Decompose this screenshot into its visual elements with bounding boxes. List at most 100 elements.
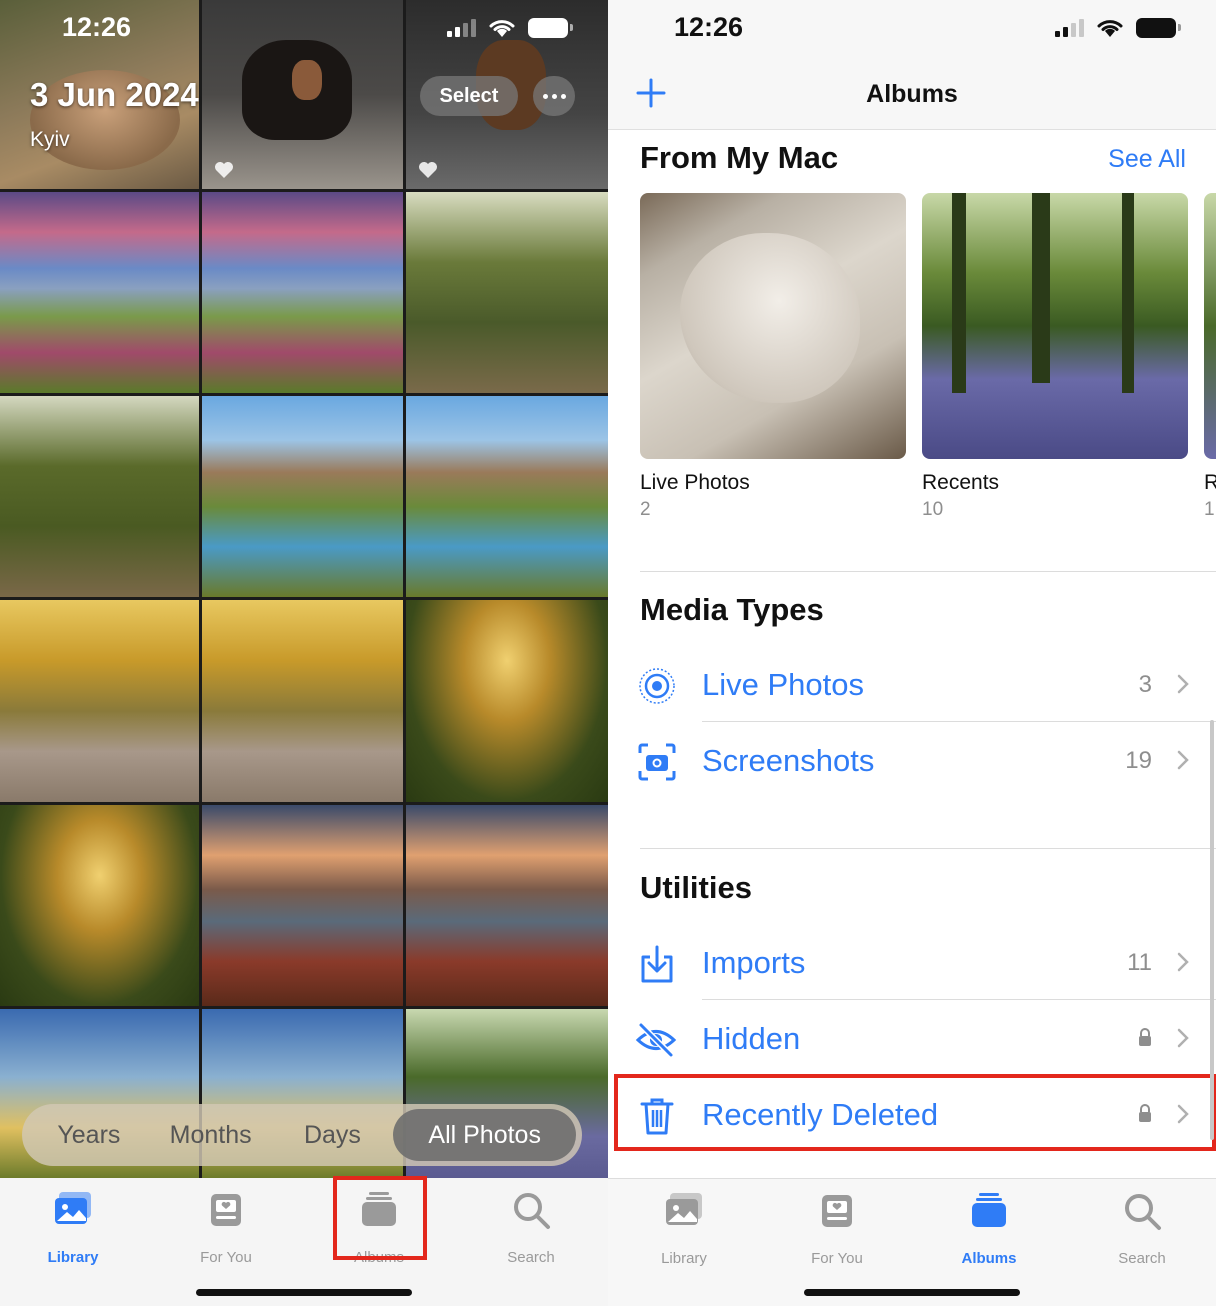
favorite-heart-icon[interactable]	[214, 161, 234, 179]
section-title-utilities: Utilities	[640, 870, 752, 905]
tab-label: Albums	[961, 1250, 1017, 1267]
tab-label: For You	[811, 1250, 863, 1267]
tab-library[interactable]: Library	[629, 1189, 739, 1267]
library-screen: 12:26 3 Jun 2024 Kyiv Select Years Month…	[0, 0, 608, 1306]
recently-deleted-highlight	[614, 1074, 1216, 1151]
status-bar: 12:26	[0, 0, 608, 56]
row-screenshots[interactable]: Screenshots 19	[636, 725, 1196, 797]
scroll-indicator	[1210, 720, 1214, 1140]
for-you-icon	[211, 1194, 241, 1226]
for-you-icon	[822, 1195, 852, 1227]
segment-all-photos[interactable]: All Photos	[393, 1109, 577, 1161]
search-icon	[1125, 1194, 1161, 1230]
chevron-right-icon	[1177, 952, 1189, 972]
photo-library-icon	[55, 1192, 91, 1224]
album-count: 1	[1204, 499, 1215, 520]
tab-label: For You	[200, 1249, 252, 1266]
tab-search[interactable]: Search	[1087, 1189, 1197, 1267]
photo-thumbnail[interactable]	[202, 805, 403, 1006]
segment-days[interactable]: Days	[272, 1121, 394, 1150]
row-label: Screenshots	[702, 743, 875, 778]
album-live-photos[interactable]: Live Photos 2	[640, 193, 906, 521]
row-count: 11	[1127, 949, 1152, 976]
row-count: 3	[1138, 671, 1152, 698]
photo-thumbnail[interactable]	[0, 192, 199, 393]
tab-bar: Library For You Albums Search	[0, 1178, 608, 1306]
photo-thumbnail[interactable]	[406, 805, 608, 1006]
cellular-signal-icon	[1055, 19, 1084, 37]
albums-screen: 12:26 Albums From My Mac See All Live Ph…	[608, 0, 1216, 1306]
albums-tab-highlight	[333, 1176, 427, 1260]
search-icon	[514, 1193, 550, 1229]
photo-thumbnail[interactable]	[406, 396, 608, 597]
tab-for-you[interactable]: For You	[171, 1188, 281, 1266]
page-title: Albums	[866, 80, 958, 108]
album-count: 2	[640, 499, 651, 520]
segment-years[interactable]: Years	[28, 1121, 150, 1150]
wifi-icon	[1097, 20, 1123, 37]
segment-months[interactable]: Months	[150, 1121, 272, 1150]
album-thumbnail	[1204, 193, 1216, 459]
import-icon	[641, 945, 673, 983]
battery-icon	[528, 18, 573, 38]
photo-library-icon	[666, 1193, 702, 1225]
status-time: 12:26	[674, 12, 744, 42]
album-thumbnail	[640, 193, 906, 459]
date-title: 3 Jun 2024	[30, 76, 199, 113]
view-segmented-control: Years Months Days All Photos	[22, 1104, 582, 1166]
chevron-right-icon	[1177, 674, 1189, 694]
photo-thumbnail[interactable]	[0, 396, 199, 597]
row-divider	[702, 999, 1216, 1000]
row-hidden[interactable]: Hidden	[635, 1003, 1196, 1075]
row-count: 19	[1125, 747, 1152, 774]
chevron-right-icon	[1177, 1028, 1189, 1048]
album-partial[interactable]: R 1	[1204, 193, 1216, 521]
tab-for-you[interactable]: For You	[782, 1189, 892, 1267]
album-name: Live Photos	[640, 471, 750, 494]
select-button[interactable]: Select	[420, 76, 518, 116]
albums-icon	[972, 1193, 1006, 1227]
album-thumbnail	[922, 193, 1188, 459]
section-divider	[640, 571, 1216, 572]
row-live-photos[interactable]: Live Photos 3	[636, 649, 1196, 721]
tab-label: Library	[661, 1250, 707, 1267]
nav-bar: Albums	[608, 56, 1216, 130]
live-photos-icon	[639, 668, 675, 704]
photo-thumbnail[interactable]	[406, 192, 608, 393]
lock-icon	[1139, 1028, 1151, 1046]
wifi-icon	[489, 20, 515, 37]
ellipsis-icon[interactable]	[533, 76, 575, 116]
battery-icon	[1136, 18, 1181, 38]
cellular-signal-icon	[447, 19, 476, 37]
section-divider	[640, 848, 1216, 849]
photo-thumbnail[interactable]	[0, 805, 199, 1006]
album-name: Recents	[922, 471, 1000, 494]
home-indicator	[196, 1289, 412, 1296]
row-label: Live Photos	[702, 667, 864, 702]
photo-thumbnail[interactable]	[202, 600, 403, 802]
row-imports[interactable]: Imports 11	[636, 927, 1196, 999]
row-label: Imports	[702, 945, 806, 980]
status-time: 12:26	[62, 12, 132, 42]
photo-thumbnail[interactable]	[202, 192, 403, 393]
tab-library[interactable]: Library	[18, 1188, 128, 1266]
tab-search[interactable]: Search	[476, 1188, 586, 1266]
tab-label: Search	[1118, 1250, 1166, 1267]
row-label: Hidden	[702, 1021, 801, 1056]
tab-label: Library	[47, 1249, 99, 1266]
location-label: Kyiv	[30, 128, 70, 151]
tab-albums[interactable]: Albums	[934, 1189, 1044, 1267]
chevron-right-icon	[1177, 750, 1189, 770]
album-name: R	[1204, 471, 1216, 494]
photo-thumbnail[interactable]	[406, 600, 608, 802]
tab-label: Search	[507, 1249, 555, 1266]
photo-thumbnail[interactable]	[0, 600, 199, 802]
favorite-heart-icon[interactable]	[418, 161, 438, 179]
section-title-media-types: Media Types	[640, 592, 824, 627]
album-recents[interactable]: Recents 10	[922, 193, 1188, 521]
tab-bar: Library For You Albums Search	[608, 1178, 1216, 1306]
screenshot-icon	[638, 743, 676, 781]
see-all-link[interactable]: See All	[1108, 145, 1186, 174]
photo-thumbnail[interactable]	[202, 396, 403, 597]
home-indicator	[804, 1289, 1020, 1296]
